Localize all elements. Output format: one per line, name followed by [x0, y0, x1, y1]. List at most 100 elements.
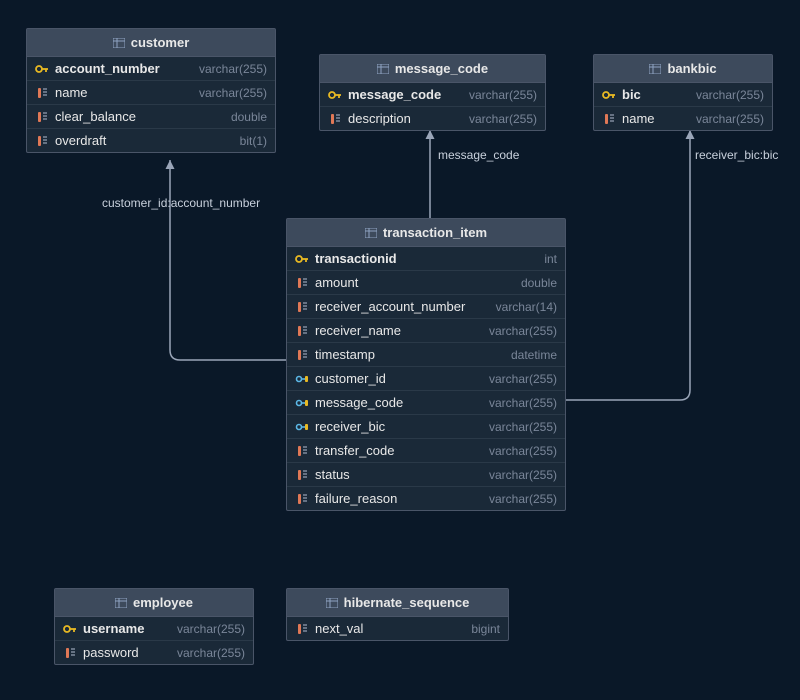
column-type: bigint	[471, 622, 500, 636]
column-type: double	[231, 110, 267, 124]
column-row[interactable]: receiver_bicvarchar(255)	[287, 415, 565, 439]
column-row[interactable]: transfer_code varchar(255)	[287, 439, 565, 463]
table-message-code[interactable]: message_code message_codevarchar(255)des…	[319, 54, 546, 131]
column-row[interactable]: clear_balancedouble	[27, 105, 275, 129]
table-body-bankbic: bic varchar(255) namevarchar(255)	[594, 83, 772, 130]
column-icon	[295, 492, 309, 506]
column-row[interactable]: namevarchar(255)	[594, 107, 772, 130]
column-icon	[328, 112, 342, 126]
column-name: overdraft	[55, 133, 106, 148]
column-icon	[295, 444, 309, 458]
column-row[interactable]: name varchar(255)	[27, 81, 275, 105]
rel-label-customer: customer_id:account_number	[102, 196, 260, 210]
primary-key-icon	[35, 62, 49, 76]
foreign-key-icon	[295, 372, 309, 386]
table-transaction-item[interactable]: transaction_item transactionid int amount d…	[286, 218, 566, 511]
table-header-transaction-item: transaction_item	[287, 219, 565, 247]
column-icon	[63, 646, 77, 660]
column-type: varchar(255)	[489, 444, 557, 458]
column-name: transfer_code	[315, 443, 395, 458]
column-type: varchar(255)	[177, 646, 245, 660]
column-type: varchar(255)	[199, 86, 267, 100]
column-type: varchar(255)	[199, 62, 267, 76]
table-header-message-code: message_code	[320, 55, 545, 83]
table-icon	[377, 64, 389, 74]
column-name: failure_reason	[315, 491, 397, 506]
column-row[interactable]: statusvarchar(255)	[287, 463, 565, 487]
column-name: username	[83, 621, 144, 636]
column-row[interactable]: bic varchar(255)	[594, 83, 772, 107]
primary-key-icon	[63, 622, 77, 636]
column-name: bic	[622, 87, 641, 102]
primary-key-icon	[295, 252, 309, 266]
column-name: name	[55, 85, 88, 100]
column-row[interactable]: receiver_name varchar(255)	[287, 319, 565, 343]
column-row[interactable]: overdraftbit(1)	[27, 129, 275, 152]
column-icon	[295, 468, 309, 482]
column-name: receiver_account_number	[315, 299, 465, 314]
column-icon	[35, 110, 49, 124]
column-name: name	[622, 111, 655, 126]
table-header-employee: employee	[55, 589, 253, 617]
table-body-customer: account_number varchar(255) name varchar(25…	[27, 57, 275, 152]
table-hibernate-sequence[interactable]: hibernate_sequence next_val bigint	[286, 588, 509, 641]
column-name: message_code	[348, 87, 441, 102]
foreign-key-icon	[295, 396, 309, 410]
column-name: transactionid	[315, 251, 397, 266]
table-customer[interactable]: customer account_number varchar(255) name v…	[26, 28, 276, 153]
column-type: varchar(255)	[489, 372, 557, 386]
table-body-transaction-item: transactionid int amount double receiver_acc…	[287, 247, 565, 510]
column-row[interactable]: failure_reason varchar(255)	[287, 487, 565, 510]
column-type: varchar(255)	[469, 88, 537, 102]
column-type: varchar(255)	[696, 88, 764, 102]
table-body-message-code: message_code varchar(255) description varch…	[320, 83, 545, 130]
column-name: description	[348, 111, 411, 126]
column-row[interactable]: timestampdatetime	[287, 343, 565, 367]
column-name: customer_id	[315, 371, 386, 386]
column-name: receiver_bic	[315, 419, 385, 434]
column-type: varchar(255)	[489, 468, 557, 482]
table-header-customer: customer	[27, 29, 275, 57]
column-icon	[35, 86, 49, 100]
table-icon	[326, 598, 338, 608]
column-icon	[602, 112, 616, 126]
column-row[interactable]: next_val bigint	[287, 617, 508, 640]
column-name: next_val	[315, 621, 363, 636]
table-name: bankbic	[667, 61, 716, 76]
column-type: varchar(255)	[489, 492, 557, 506]
column-name: password	[83, 645, 139, 660]
table-header-hibernate-sequence: hibernate_sequence	[287, 589, 508, 617]
table-icon	[649, 64, 661, 74]
column-icon	[295, 348, 309, 362]
foreign-key-icon	[295, 420, 309, 434]
column-row[interactable]: transactionid int	[287, 247, 565, 271]
table-bankbic[interactable]: bankbic bic varchar(255) namevarchar(255)	[593, 54, 773, 131]
column-name: timestamp	[315, 347, 375, 362]
column-icon	[295, 324, 309, 338]
column-row[interactable]: account_number varchar(255)	[27, 57, 275, 81]
column-row[interactable]: amount double	[287, 271, 565, 295]
column-row[interactable]: description varchar(255)	[320, 107, 545, 130]
table-name: hibernate_sequence	[344, 595, 470, 610]
column-name: receiver_name	[315, 323, 401, 338]
primary-key-icon	[602, 88, 616, 102]
table-icon	[113, 38, 125, 48]
table-employee[interactable]: employee username varchar(255) password var…	[54, 588, 254, 665]
column-type: varchar(255)	[489, 324, 557, 338]
column-name: amount	[315, 275, 358, 290]
column-type: varchar(255)	[469, 112, 537, 126]
column-row[interactable]: username varchar(255)	[55, 617, 253, 641]
column-name: account_number	[55, 61, 160, 76]
column-type: int	[544, 252, 557, 266]
column-row[interactable]: receiver_account_number varchar(14)	[287, 295, 565, 319]
column-row[interactable]: customer_id varchar(255)	[287, 367, 565, 391]
column-row[interactable]: message_code varchar(255)	[320, 83, 545, 107]
table-name: transaction_item	[383, 225, 487, 240]
column-row[interactable]: password varchar(255)	[55, 641, 253, 664]
column-icon	[295, 276, 309, 290]
column-type: varchar(255)	[177, 622, 245, 636]
column-type: varchar(14)	[496, 300, 557, 314]
column-row[interactable]: message_codevarchar(255)	[287, 391, 565, 415]
column-type: double	[521, 276, 557, 290]
column-type: varchar(255)	[489, 396, 557, 410]
